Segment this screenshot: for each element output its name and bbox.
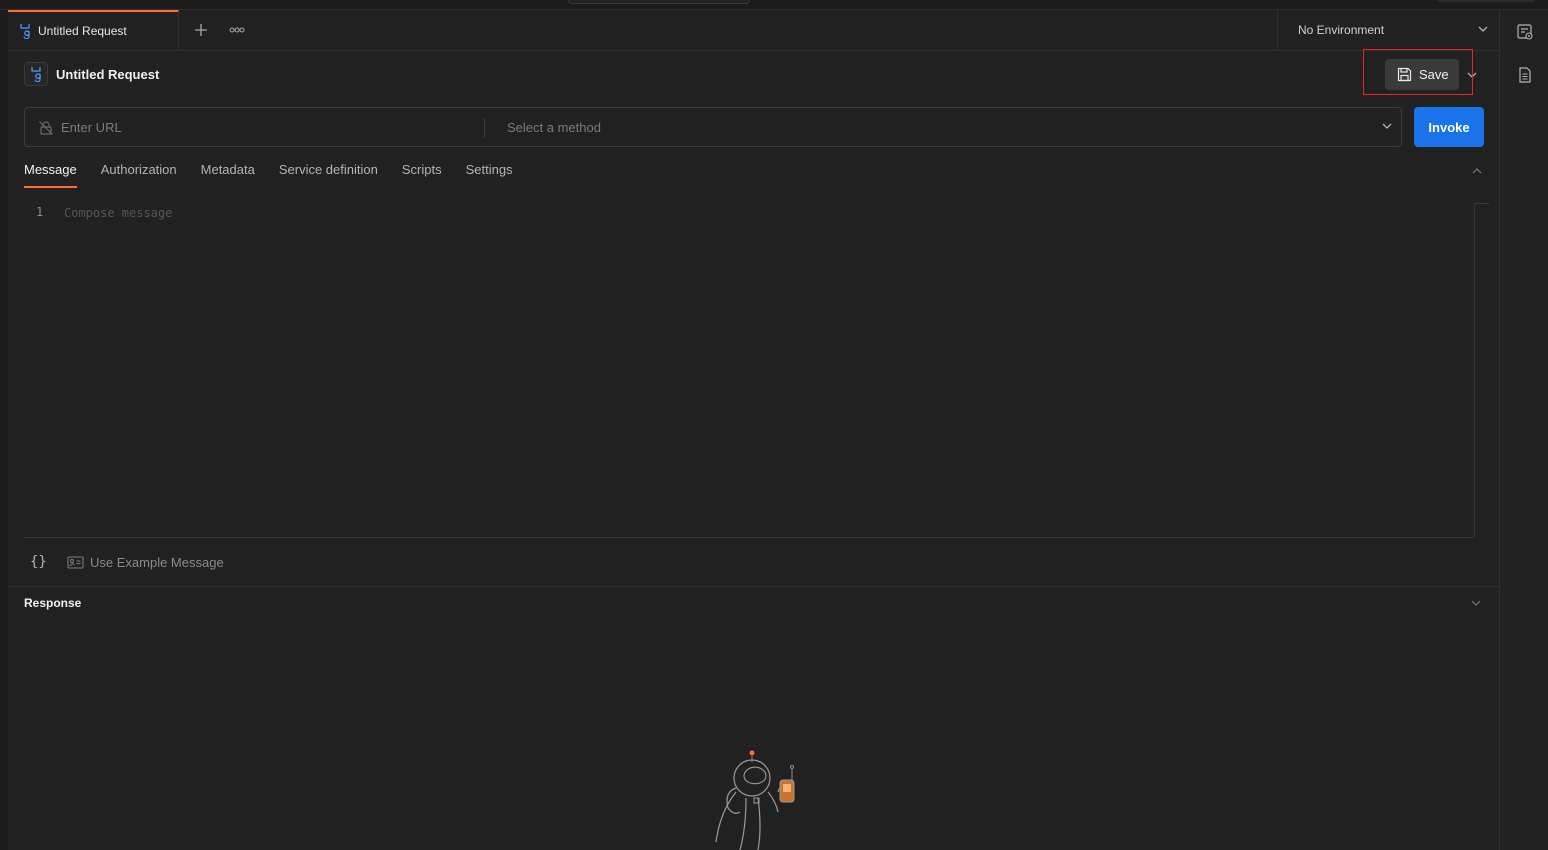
invoke-button[interactable]: Invoke [1414, 107, 1484, 147]
astronaut-illustration [715, 750, 795, 850]
environment-selector[interactable]: No Environment [1277, 10, 1499, 51]
right-sidebar [1499, 10, 1548, 850]
save-button[interactable]: Save [1385, 59, 1459, 90]
tab-settings[interactable]: Settings [466, 162, 513, 188]
tab-authorization[interactable]: Authorization [101, 162, 177, 188]
chevron-down-icon [1382, 123, 1392, 129]
grpc-icon [31, 67, 41, 82]
plus-icon [195, 24, 207, 36]
method-select[interactable]: Select a method [485, 108, 1401, 146]
tab-label: Untitled Request [38, 24, 127, 38]
tab-untitled-request[interactable]: Untitled Request [8, 10, 179, 50]
save-label: Save [1419, 67, 1449, 82]
response-divider [8, 586, 1499, 587]
tab-options-button[interactable] [226, 19, 248, 41]
top-search-pill[interactable] [568, 0, 750, 4]
request-title[interactable]: Untitled Request [56, 67, 159, 82]
top-right-pill[interactable] [1436, 0, 1536, 2]
left-gutter [0, 10, 8, 850]
save-options-chevron-icon[interactable] [1463, 66, 1481, 84]
request-subtabs: Message Authorization Metadata Service d… [24, 162, 537, 188]
method-placeholder: Select a method [507, 119, 601, 135]
more-horizontal-icon [229, 27, 245, 33]
request-type-badge [24, 62, 48, 86]
grpc-icon [20, 24, 30, 39]
chevron-up-icon[interactable] [1470, 164, 1484, 178]
use-example-message-label: Use Example Message [90, 555, 224, 570]
tab-metadata[interactable]: Metadata [201, 162, 255, 188]
example-message-icon [67, 556, 84, 569]
documentation-icon[interactable] [1516, 66, 1534, 84]
chevron-down-icon [1478, 26, 1488, 32]
message-editor[interactable]: 1 Compose message [24, 200, 1474, 538]
use-example-message-button[interactable]: Use Example Message [67, 555, 224, 570]
line-number: 1 [36, 205, 44, 219]
url-input[interactable] [61, 117, 471, 137]
chevron-down-icon[interactable] [1469, 596, 1483, 610]
response-title: Response [24, 596, 82, 610]
top-strip [0, 0, 1548, 10]
beautify-button[interactable]: {} [30, 554, 47, 570]
editor-scrollbar[interactable] [1474, 203, 1489, 537]
environment-quick-look-icon[interactable] [1516, 23, 1534, 41]
environment-label: No Environment [1298, 23, 1385, 37]
tab-service-definition[interactable]: Service definition [279, 162, 378, 188]
tls-off-icon[interactable] [38, 120, 54, 136]
tab-scripts[interactable]: Scripts [402, 162, 442, 188]
tab-bar: Untitled Request [8, 10, 1499, 51]
new-tab-button[interactable] [190, 19, 212, 41]
editor-placeholder: Compose message [64, 206, 173, 220]
url-bar: Select a method [24, 107, 1402, 147]
tab-message[interactable]: Message [24, 162, 77, 188]
save-icon [1397, 67, 1412, 82]
app-window: Untitled Request No Environment Untitled… [0, 0, 1548, 850]
